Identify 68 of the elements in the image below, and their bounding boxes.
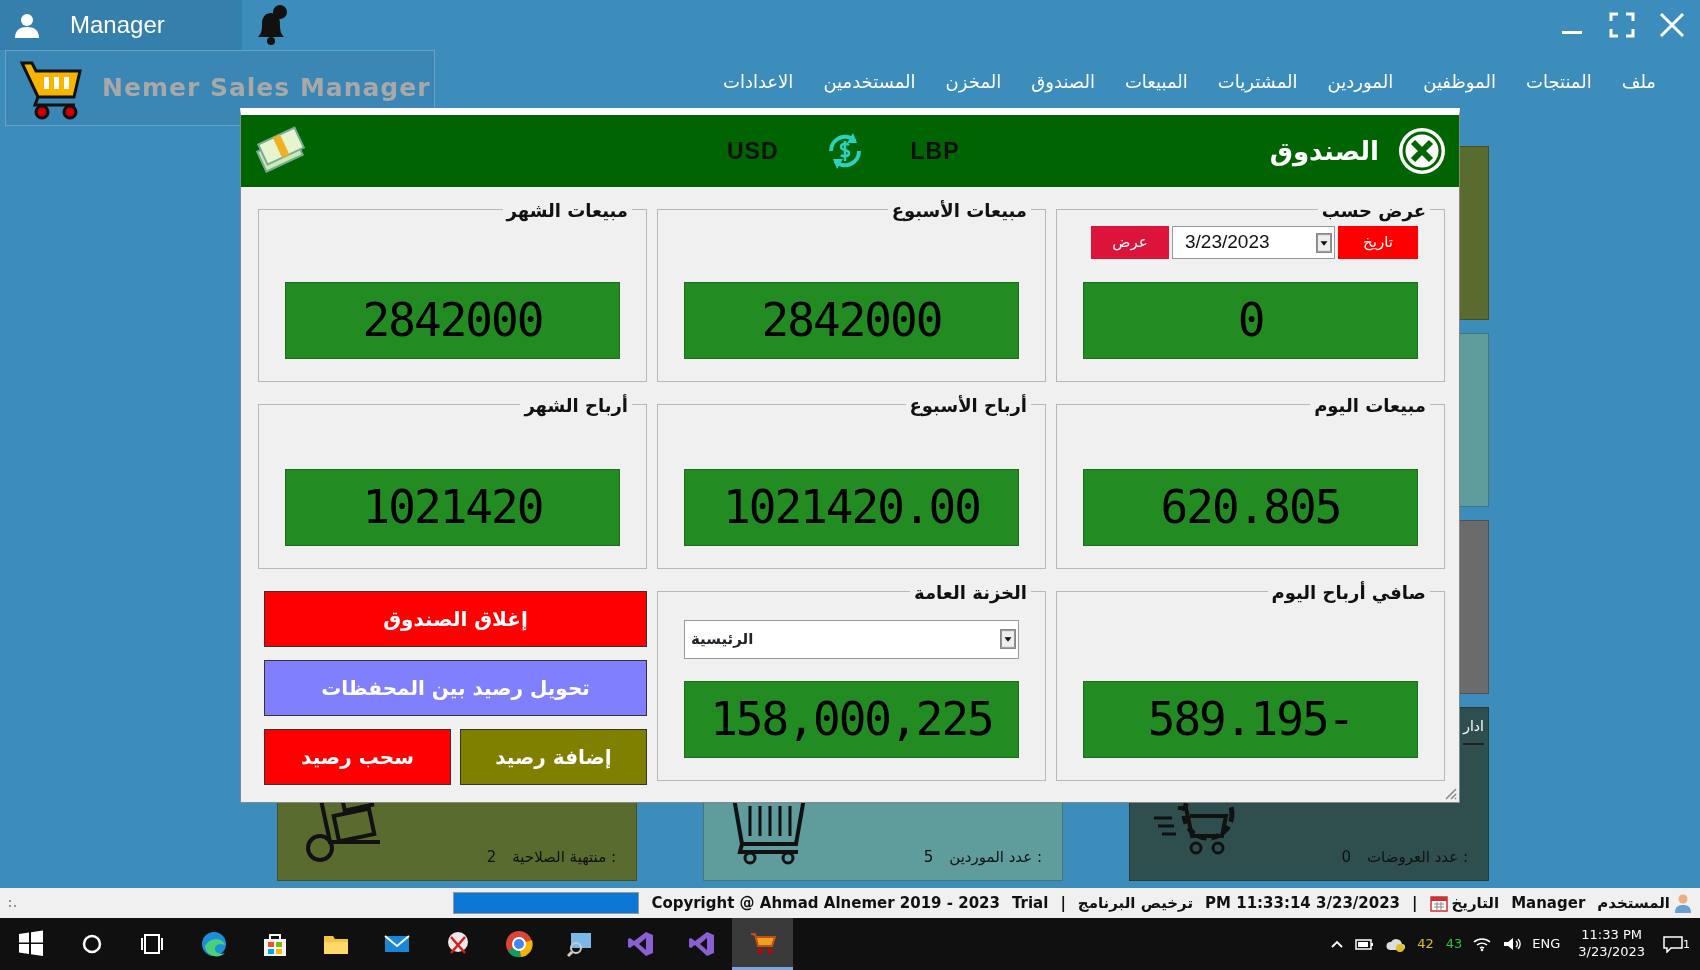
- menu-item[interactable]: ملف: [1617, 68, 1660, 95]
- separator: |: [1060, 892, 1066, 914]
- status-text: Trial: [1012, 892, 1049, 914]
- menu-item[interactable]: الموظفين: [1419, 68, 1500, 95]
- dialog-title: الصندوق: [1269, 134, 1379, 169]
- date-picker[interactable]: 3/23/2023: [1172, 226, 1335, 259]
- menu-item[interactable]: المشتريات: [1213, 68, 1302, 95]
- menu-item[interactable]: المخزن: [941, 68, 1006, 95]
- clock-date[interactable]: 3/23/2023: [1578, 944, 1645, 961]
- group-title: أرباح الأسبوع: [905, 392, 1031, 419]
- user-icon: [1674, 893, 1692, 913]
- treasury-dropdown[interactable]: الرئيسية: [684, 620, 1019, 659]
- date-button[interactable]: تاريخ: [1338, 226, 1418, 259]
- currency-label[interactable]: LBP: [910, 133, 960, 169]
- menu-item[interactable]: الاعدادات: [718, 68, 798, 95]
- resize-grip-icon[interactable]: [1443, 786, 1457, 800]
- caret-icon[interactable]: [1000, 629, 1016, 649]
- currency-label[interactable]: USD: [727, 133, 779, 169]
- app-name: Nemer Sales Manager: [102, 72, 431, 105]
- group-title: مبيعات الأسبوع: [887, 197, 1031, 224]
- action-button[interactable]: إغلاق الصندوق: [264, 591, 647, 647]
- show-button[interactable]: عرض: [1091, 226, 1169, 259]
- digital-display: 589.195-: [1083, 681, 1418, 758]
- action-button[interactable]: تحويل رصيد بين المحفظات: [264, 660, 647, 716]
- action-button[interactable]: إضافة رصيد: [460, 729, 647, 785]
- digital-display: 1021420.00: [684, 469, 1019, 546]
- separator: |: [1412, 892, 1418, 914]
- temperature-text: 43: [1445, 935, 1463, 954]
- status-label: المستخدم: [1597, 892, 1670, 914]
- wifi-icon[interactable]: [1472, 936, 1493, 952]
- status-text: Manager: [1511, 892, 1586, 914]
- clock-time[interactable]: 11:33 PM: [1581, 927, 1642, 944]
- digital-display: 1021420: [285, 469, 620, 546]
- group-title: صافي أرباح اليوم: [1267, 579, 1430, 606]
- battery-icon[interactable]: [1355, 936, 1376, 952]
- user-name: Manager: [70, 10, 165, 40]
- digital-display: 0: [1083, 282, 1418, 359]
- caret-icon[interactable]: [1316, 233, 1332, 253]
- cart-icon[interactable]: [732, 918, 793, 970]
- stat-label: عدد العروضات :: [1366, 846, 1468, 868]
- digital-display: 158,000,225: [684, 681, 1019, 758]
- status-text: ترخيص البرنامج: [1077, 892, 1194, 914]
- status-text: PM 11:33:14 3/23/2023: [1205, 892, 1401, 914]
- user-icon: [14, 12, 40, 38]
- action-button[interactable]: سحب رصيد: [264, 729, 451, 785]
- stat-value: 5: [923, 846, 934, 868]
- temperature-text: 42: [1417, 935, 1434, 954]
- calendar-icon: [1429, 894, 1448, 912]
- stat-label: عدد الموردين :: [949, 846, 1042, 868]
- group-title: أرباح الشهر: [520, 392, 632, 419]
- menu-item[interactable]: الصندوق: [1027, 68, 1099, 95]
- digital-display: 620.805: [1083, 469, 1418, 546]
- digital-display: 2842000: [285, 282, 620, 359]
- stat-value: 2: [486, 846, 497, 868]
- volume-icon[interactable]: [1502, 936, 1523, 952]
- menu-item[interactable]: الموردين: [1323, 68, 1398, 95]
- menu-item[interactable]: المستخدمين: [819, 68, 920, 95]
- stat-value: 0: [1341, 846, 1351, 868]
- digital-display: 2842000: [684, 282, 1019, 359]
- tile-title: ادار: [1463, 716, 1484, 745]
- menu-item[interactable]: المنتجات: [1521, 68, 1596, 95]
- close-icon[interactable]: [1397, 126, 1447, 176]
- status-text: Copyright @ Ahmad Alnemer 2019 - 2023: [651, 892, 1000, 914]
- menu-item[interactable]: المبيعات: [1120, 68, 1192, 95]
- status-label: التاريخ: [1451, 892, 1500, 914]
- grip-icon: [8, 897, 18, 909]
- stat-label: منتهية الصلاحية :: [512, 846, 616, 868]
- language-indicator[interactable]: ENG: [1532, 934, 1561, 954]
